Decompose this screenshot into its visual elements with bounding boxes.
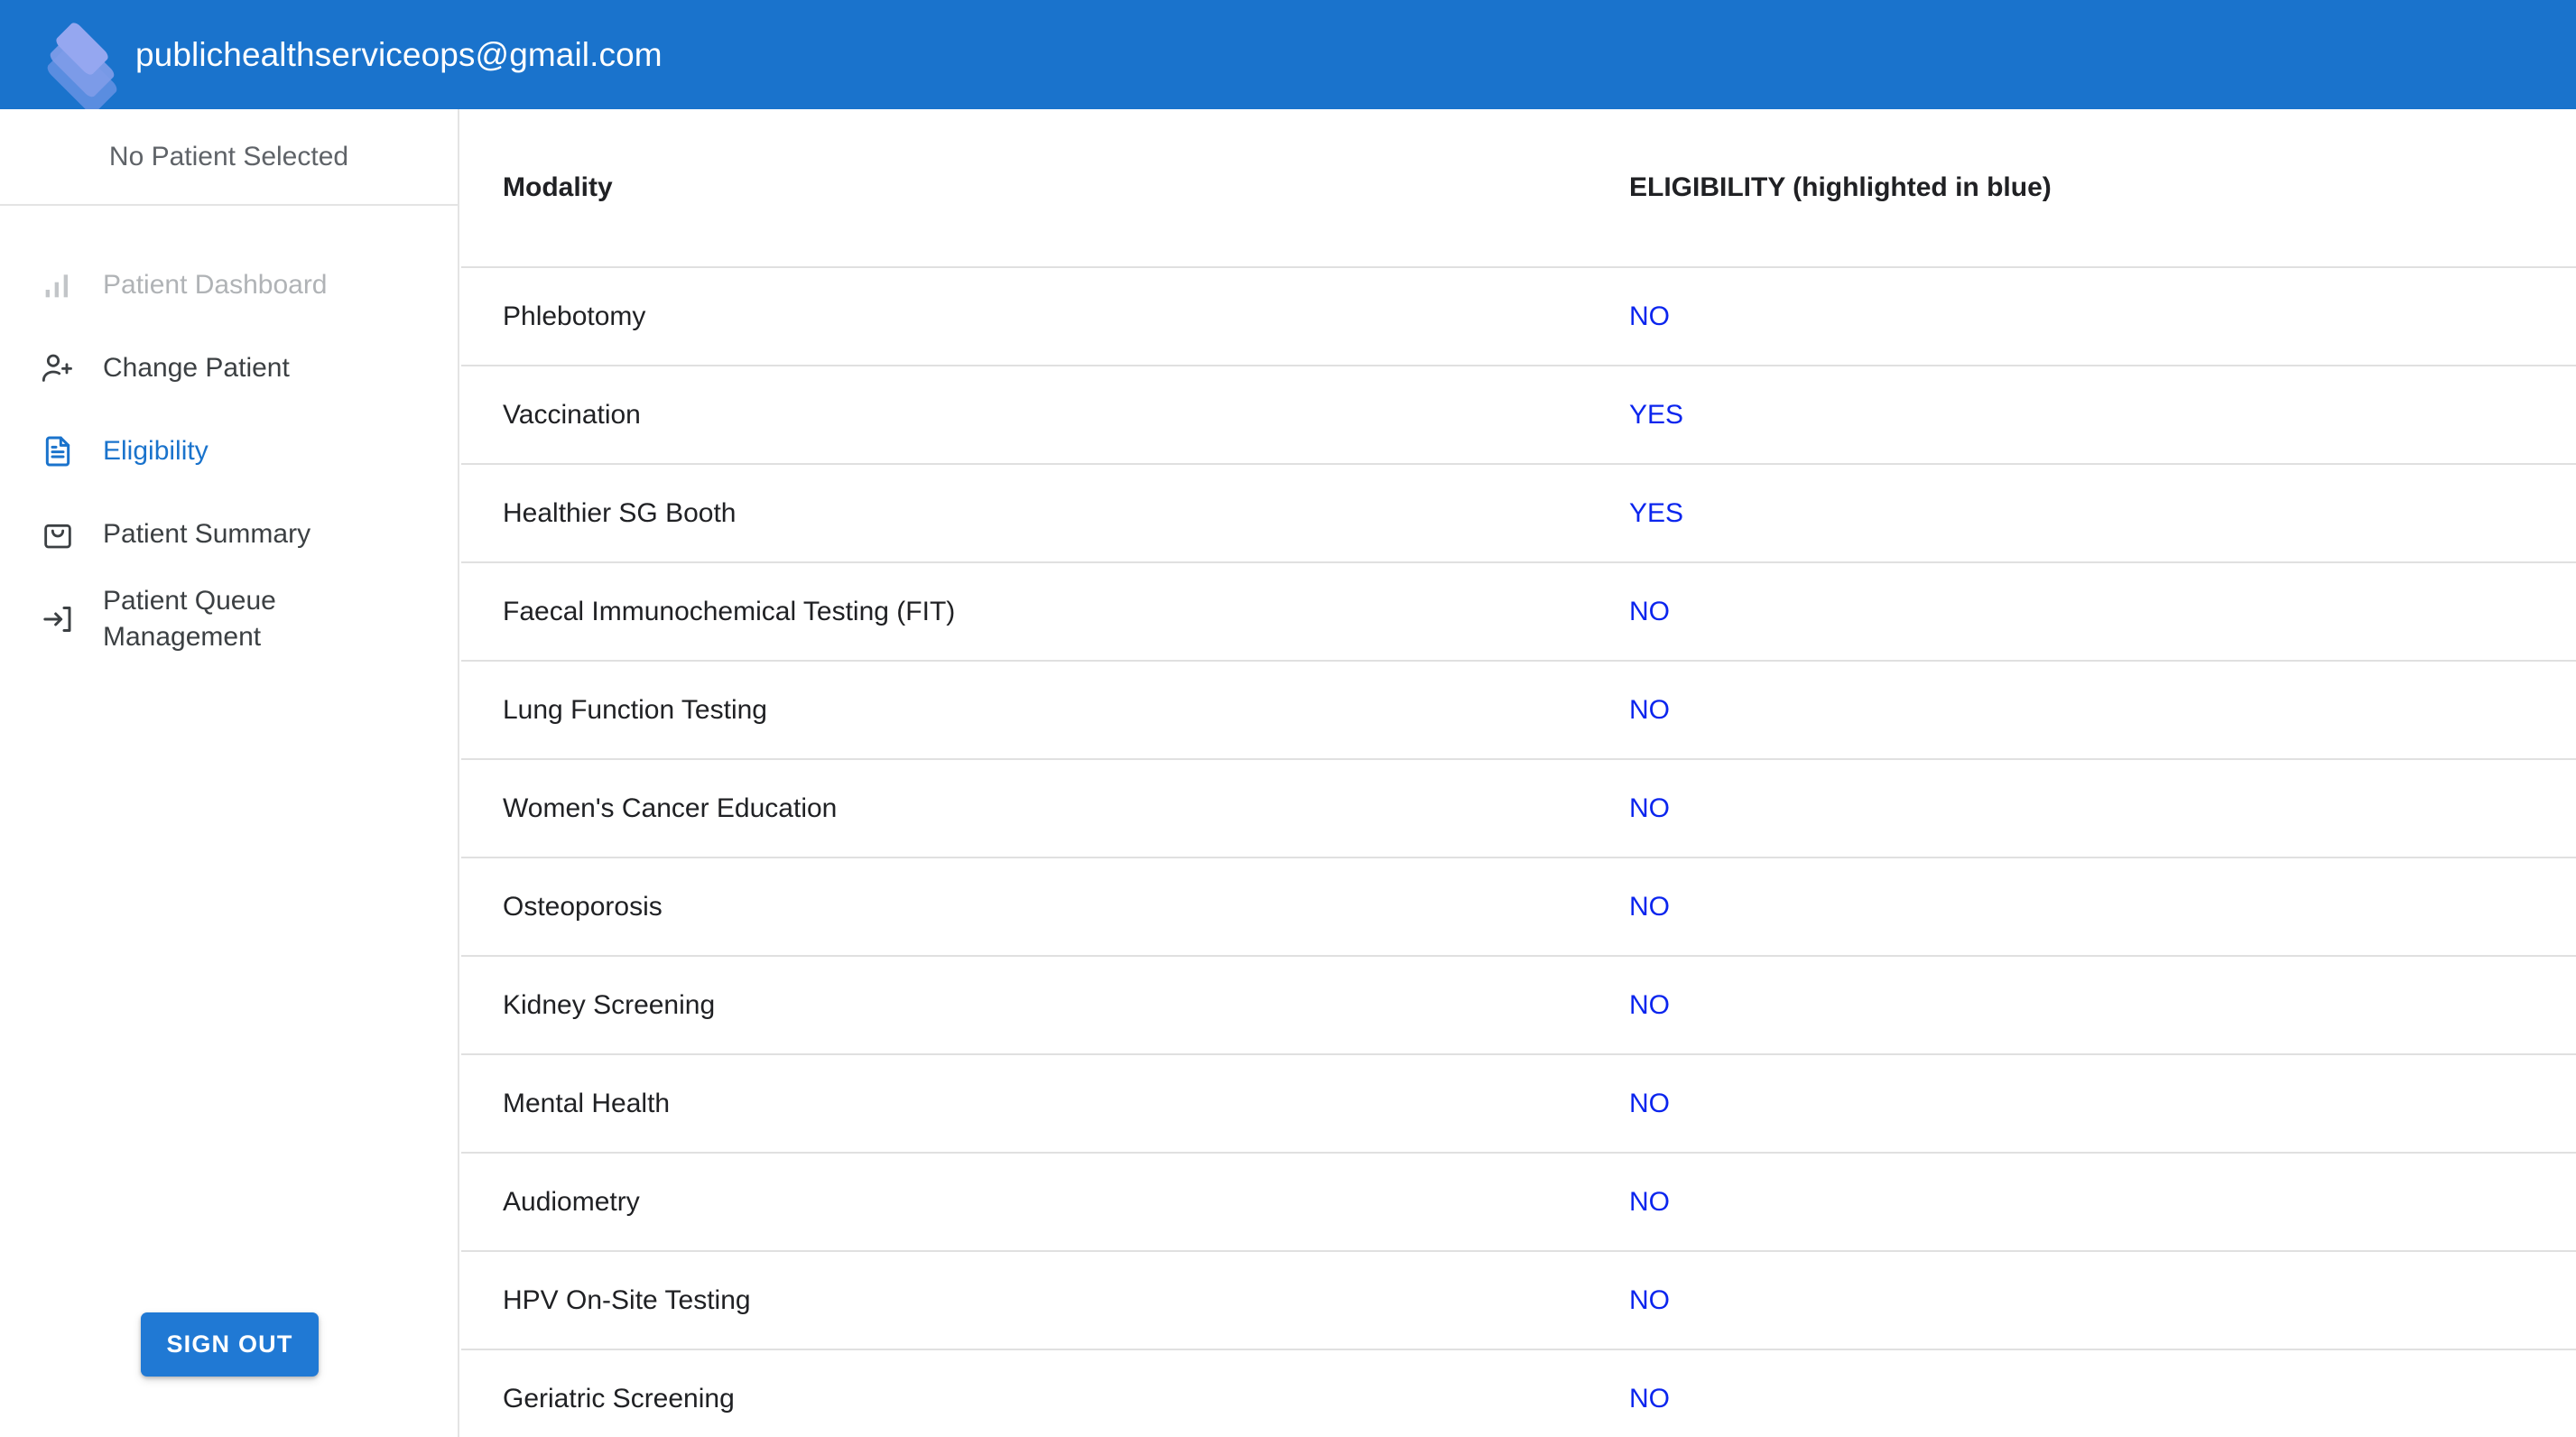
cell-eligibility: NO bbox=[1629, 1384, 1670, 1414]
cell-eligibility: NO bbox=[1588, 956, 2576, 1055]
cell-modality: Osteoporosis bbox=[461, 858, 1588, 957]
shopping-bag-icon bbox=[40, 514, 81, 555]
cell-eligibility: NO bbox=[1588, 661, 2576, 760]
table-row: Vaccination YES bbox=[461, 366, 2576, 465]
cell-eligibility: NO bbox=[1588, 759, 2576, 858]
cell-modality: Phlebotomy bbox=[461, 267, 1588, 366]
cell-modality: HPV On-Site Testing bbox=[461, 1251, 1588, 1350]
app-root: publichealthserviceops@gmail.com No Pati… bbox=[0, 0, 2576, 1437]
cell-modality: Women's Cancer Education bbox=[461, 759, 1588, 858]
sidebar-item-eligibility[interactable]: Eligibility bbox=[0, 410, 458, 493]
sidebar-item-patient-summary[interactable]: Patient Summary bbox=[0, 493, 458, 576]
cell-eligibility: NO bbox=[1588, 267, 2576, 366]
sidebar-item-label: Eligibility bbox=[103, 436, 208, 467]
cell-modality: Audiometry bbox=[461, 1153, 1588, 1252]
sidebar-item-patient-queue-management[interactable]: Patient Queue Management bbox=[0, 576, 458, 663]
eligibility-table: Modality ELIGIBILITY (highlighted in blu… bbox=[461, 109, 2576, 1437]
login-arrow-icon bbox=[40, 598, 81, 640]
table-row: Mental Health NO bbox=[461, 1054, 2576, 1154]
user-plus-icon bbox=[40, 348, 81, 389]
sidebar-item-label: Patient Dashboard bbox=[103, 270, 328, 301]
cell-eligibility: NO bbox=[1588, 1251, 2576, 1350]
cell-modality: Lung Function Testing bbox=[461, 661, 1588, 760]
app-header: publichealthserviceops@gmail.com bbox=[0, 0, 2576, 116]
sidebar-item-label: Patient Queue Management bbox=[103, 586, 276, 652]
table-row: Women's Cancer Education NO bbox=[461, 759, 2576, 858]
table-body: Phlebotomy NO Vaccination YES Healthier SG B… bbox=[461, 267, 2576, 1437]
cell-eligibility: YES bbox=[1588, 366, 2576, 465]
patient-status-label: No Patient Selected bbox=[108, 141, 349, 172]
sidebar-nav: Patient Dashboard Change Patient Eligibi… bbox=[0, 206, 458, 663]
account-email-label: publichealthserviceops@gmail.com bbox=[135, 35, 663, 73]
cell-modality: Faecal Immunochemical Testing (FIT) bbox=[461, 562, 1588, 662]
main-content: Modality ELIGIBILITY (highlighted in blu… bbox=[461, 109, 2576, 1437]
sidebar-item-patient-dashboard[interactable]: Patient Dashboard bbox=[0, 244, 458, 327]
table-row: Phlebotomy NO bbox=[461, 267, 2576, 366]
table-row: Healthier SG Booth YES bbox=[461, 464, 2576, 563]
table-row: Geriatric Screening NO bbox=[461, 1349, 2576, 1437]
table-header: Modality ELIGIBILITY (highlighted in blu… bbox=[461, 109, 2576, 268]
sidebar-item-label: Patient Summary bbox=[103, 519, 311, 550]
table-row: Audiometry NO bbox=[461, 1153, 2576, 1252]
stacked-layers-icon bbox=[44, 20, 120, 116]
cell-modality: Vaccination bbox=[461, 366, 1588, 465]
cell-modality: Mental Health bbox=[461, 1054, 1588, 1154]
table-header-row: Modality ELIGIBILITY (highlighted in blu… bbox=[461, 109, 2576, 268]
table-row: Kidney Screening NO bbox=[461, 956, 2576, 1055]
column-header-eligibility: ELIGIBILITY (highlighted in blue) bbox=[1588, 109, 2576, 268]
cell-modality: Geriatric Screening bbox=[503, 1384, 735, 1414]
table-row: Osteoporosis NO bbox=[461, 858, 2576, 957]
sidebar: No Patient Selected Patient Dashboard Ch… bbox=[0, 109, 459, 1437]
patient-status-banner: No Patient Selected bbox=[0, 109, 458, 206]
cell-eligibility: NO bbox=[1588, 562, 2576, 662]
sidebar-item-label: Change Patient bbox=[103, 353, 290, 384]
cell-eligibility: YES bbox=[1588, 464, 2576, 563]
sign-out-button[interactable]: SIGN OUT bbox=[141, 1312, 319, 1377]
cell-modality: Healthier SG Booth bbox=[461, 464, 1588, 563]
table-row: Lung Function Testing NO bbox=[461, 661, 2576, 760]
document-text-icon bbox=[40, 431, 81, 472]
table-row: HPV On-Site Testing NO bbox=[461, 1251, 2576, 1350]
cell-modality: Kidney Screening bbox=[461, 956, 1588, 1055]
column-header-modality: Modality bbox=[461, 109, 1588, 268]
cell-eligibility: NO bbox=[1588, 858, 2576, 957]
bar-chart-icon bbox=[40, 264, 81, 306]
sidebar-item-change-patient[interactable]: Change Patient bbox=[0, 327, 458, 410]
signout-container: SIGN OUT bbox=[0, 1312, 459, 1377]
table-row: Faecal Immunochemical Testing (FIT) NO bbox=[461, 562, 2576, 662]
cell-eligibility: NO bbox=[1588, 1153, 2576, 1252]
cell-eligibility: NO bbox=[1588, 1054, 2576, 1154]
